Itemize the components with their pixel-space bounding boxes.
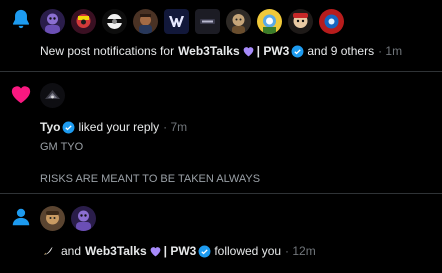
avatar[interactable] bbox=[288, 9, 313, 34]
reply-text-line-2: RISKS ARE MEANT TO BE TAKEN ALWAYS bbox=[40, 173, 261, 185]
verified-badge-icon bbox=[291, 45, 304, 57]
avatar-row bbox=[40, 83, 65, 108]
account-name-link[interactable]: Web3Talks bbox=[85, 243, 147, 259]
notifications-feed: New post notifications for Web3Talks | P… bbox=[0, 0, 442, 273]
verified-badge-icon bbox=[198, 245, 211, 257]
avatar[interactable] bbox=[133, 9, 158, 34]
avatar-row bbox=[40, 206, 96, 231]
timestamp: · 7m bbox=[163, 120, 188, 134]
bell-icon bbox=[12, 9, 30, 29]
account-suffix[interactable]: | PW3 bbox=[164, 243, 197, 259]
notification-label: New post notifications for bbox=[40, 44, 175, 58]
person-icon bbox=[12, 208, 30, 226]
notification-text: and Web3Talks | PW3 followed you · 12m bbox=[40, 243, 316, 259]
avatar[interactable] bbox=[71, 206, 96, 231]
notification-action: liked your reply bbox=[78, 120, 160, 134]
account-name-link[interactable]: Web3Talks bbox=[178, 43, 240, 59]
notification-like[interactable]: Tyo liked your reply · 7m GM TYO RISKS A… bbox=[0, 73, 442, 194]
notification-text: Tyo liked your reply · 7m bbox=[40, 119, 187, 135]
notification-post-alerts[interactable]: New post notifications for Web3Talks | P… bbox=[0, 0, 442, 72]
avatar[interactable] bbox=[257, 9, 282, 34]
reply-text-line-1: GM TYO bbox=[40, 141, 84, 153]
avatar[interactable] bbox=[40, 9, 65, 34]
avatar[interactable] bbox=[40, 83, 65, 108]
wing-emoji-icon bbox=[44, 247, 53, 255]
avatar-row bbox=[40, 9, 344, 34]
others-count: and 9 others bbox=[307, 44, 375, 58]
avatar[interactable] bbox=[195, 9, 220, 34]
notification-action: followed you bbox=[214, 244, 282, 258]
timestamp: · 12m bbox=[285, 244, 316, 258]
notification-follow[interactable]: and Web3Talks | PW3 followed you · 12m bbox=[0, 195, 442, 273]
avatar[interactable] bbox=[71, 9, 96, 34]
purple-heart-icon bbox=[150, 247, 160, 257]
timestamp: · 1m bbox=[378, 44, 403, 58]
purple-heart-icon bbox=[243, 47, 254, 57]
avatar[interactable] bbox=[319, 9, 344, 34]
avatar[interactable] bbox=[102, 9, 127, 34]
avatar[interactable] bbox=[226, 9, 251, 34]
verified-badge-icon bbox=[62, 121, 75, 133]
user-name-link[interactable]: Tyo bbox=[40, 119, 60, 135]
avatar[interactable] bbox=[40, 206, 65, 231]
avatar[interactable] bbox=[164, 9, 189, 34]
heart-icon bbox=[11, 86, 31, 104]
account-suffix[interactable]: | PW3 bbox=[257, 43, 290, 59]
notification-text: New post notifications for Web3Talks | P… bbox=[40, 43, 402, 59]
conjunction-text: and bbox=[61, 244, 82, 258]
